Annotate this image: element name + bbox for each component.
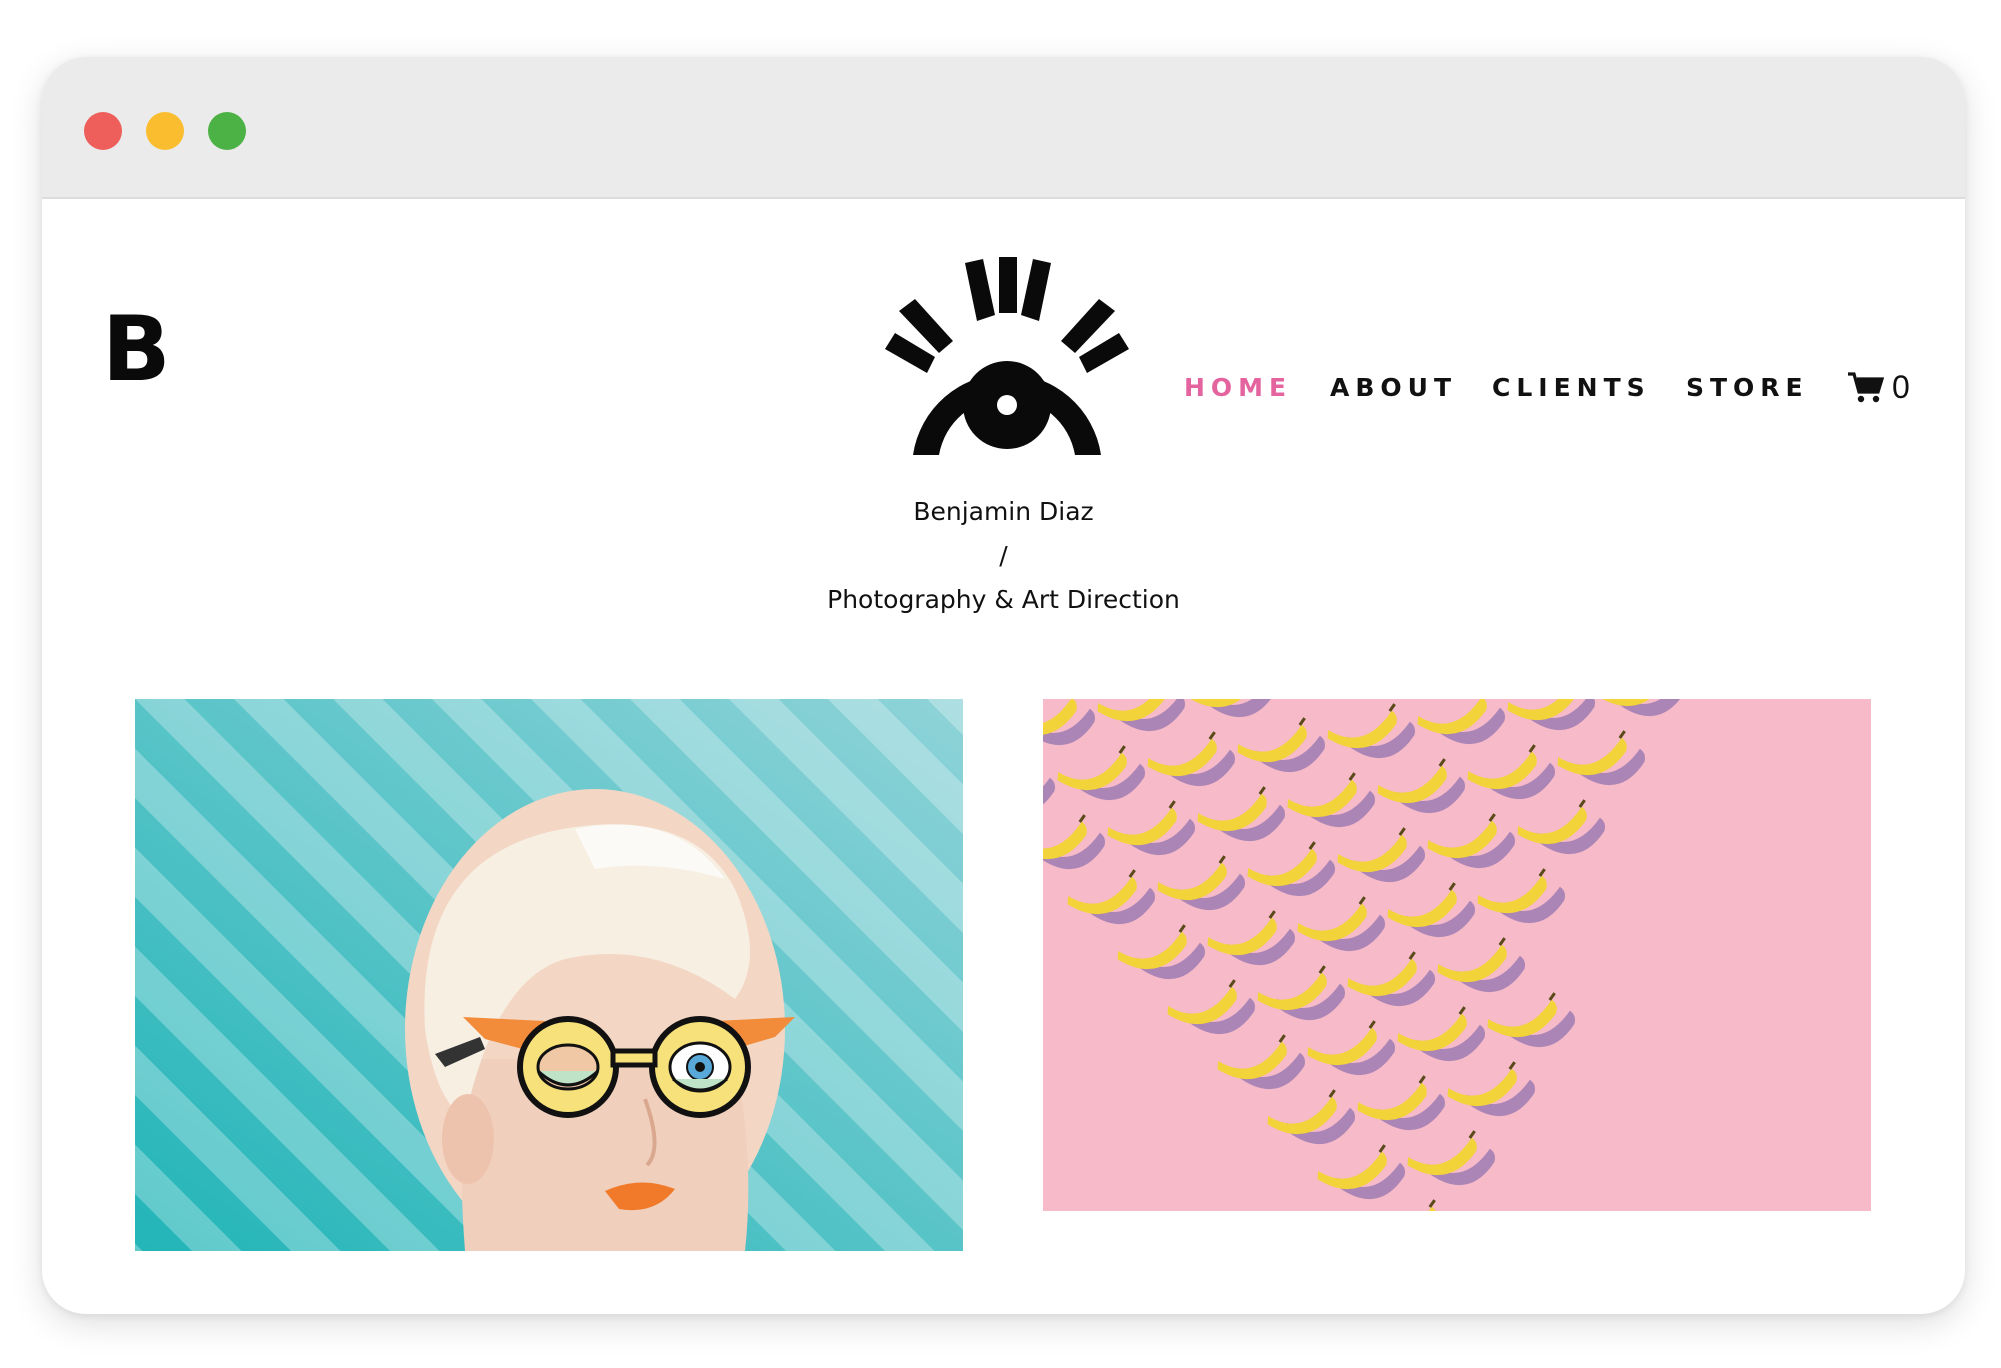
bananas-photo-image bbox=[1043, 699, 1871, 1211]
cart-button[interactable]: 0 bbox=[1848, 369, 1910, 406]
hero-separator: / bbox=[999, 541, 1008, 570]
close-window-button[interactable] bbox=[84, 112, 122, 150]
nav-store[interactable]: STORE bbox=[1686, 373, 1809, 402]
nav-home[interactable]: HOME bbox=[1184, 373, 1292, 402]
cart-icon bbox=[1848, 371, 1884, 402]
hero-tagline: Photography & Art Direction bbox=[827, 585, 1180, 614]
gallery-photo-bananas[interactable] bbox=[1043, 699, 1871, 1211]
main-nav: HOME ABOUT CLIENTS STORE bbox=[42, 373, 1965, 409]
nav-clients[interactable]: CLIENTS bbox=[1492, 373, 1651, 402]
browser-window: B HOME ABOUT CLIENTS STORE 0 Benjamin Di… bbox=[42, 57, 1965, 1314]
gallery-photo-portrait[interactable] bbox=[135, 699, 963, 1251]
nav-about[interactable]: ABOUT bbox=[1330, 373, 1457, 402]
eye-logo-icon[interactable] bbox=[885, 255, 1129, 455]
minimize-window-button[interactable] bbox=[146, 112, 184, 150]
browser-titlebar bbox=[42, 57, 1965, 199]
portrait-photo-image bbox=[135, 699, 963, 1251]
cart-count: 0 bbox=[1892, 369, 1910, 405]
maximize-window-button[interactable] bbox=[208, 112, 246, 150]
hero-name: Benjamin Diaz bbox=[913, 497, 1094, 526]
